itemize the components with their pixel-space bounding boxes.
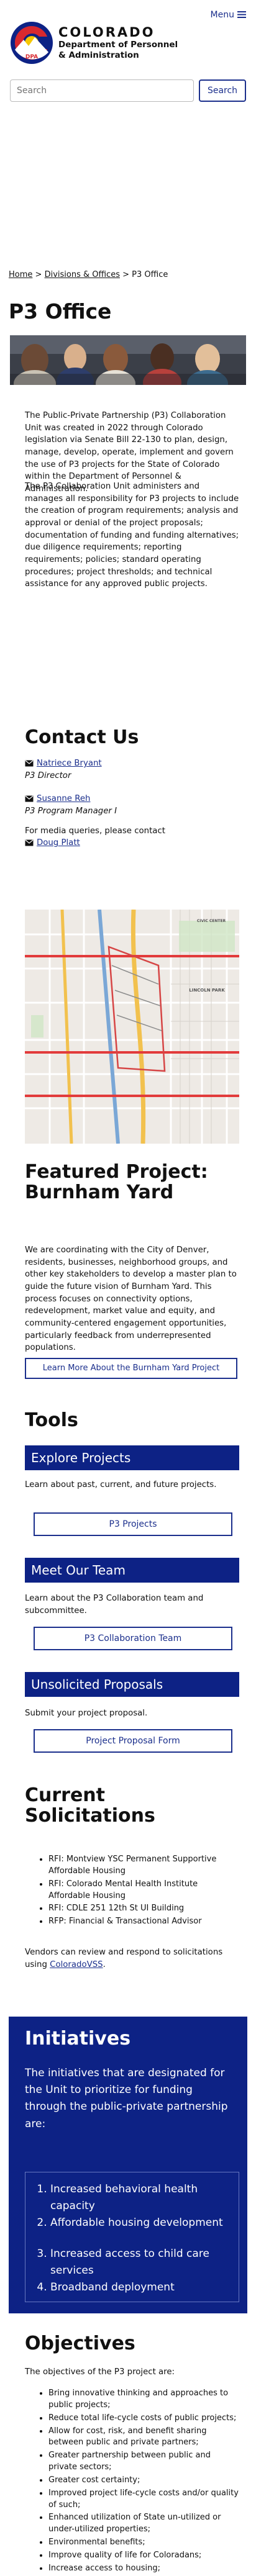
vendors-text-end: . xyxy=(103,1959,106,1969)
objectives-list: Bring innovative thinking and approaches… xyxy=(36,2388,241,2576)
contact-person-2-title: P3 Program Manager I xyxy=(25,807,117,816)
svg-text:DPA: DPA xyxy=(25,54,38,60)
list-item: RFI: Colorado Mental Health Institute Af… xyxy=(48,1879,241,1902)
contact-heading: Contact Us xyxy=(25,726,139,748)
breadcrumb-home[interactable]: Home xyxy=(9,270,32,279)
list-item: Enhanced utilization of State un-utilize… xyxy=(48,2512,241,2536)
site-logo[interactable]: DPA COLORADO Department of Personnel & A… xyxy=(10,21,178,65)
logo-subtitle-line1: Department of Personnel xyxy=(58,40,178,50)
contact-person-2: Susanne Reh P3 Program Manager I xyxy=(25,793,239,817)
media-contact-text: For media queries, please contact xyxy=(25,826,165,836)
colorado-vss-link[interactable]: ColoradoVSS xyxy=(50,1960,103,1969)
breadcrumb-separator: > xyxy=(122,270,130,279)
solicitations-list: RFI: Montview YSC Permanent Supportive A… xyxy=(36,1854,241,1929)
list-item: Improve quality of life for Coloradans; xyxy=(48,2550,241,2562)
map-illustration: LINCOLN PARK CIVIC CENTER xyxy=(25,910,239,1144)
list-item: RFP: Financial & Transactional Advisor xyxy=(48,1916,241,1928)
list-item: RFI: CDLE 251 12th St UI Building xyxy=(48,1903,241,1915)
vendors-text: Vendors can review and respond to solici… xyxy=(25,1946,239,1971)
breadcrumb-divisions[interactable]: Divisions & Offices xyxy=(45,270,120,279)
contact-person-2-name[interactable]: Susanne Reh xyxy=(37,794,90,803)
contact-person-1-title: P3 Director xyxy=(25,771,71,780)
banner-photo-illustration xyxy=(10,335,246,385)
banner-photo xyxy=(10,335,246,385)
tool-explore-projects-title: Explore Projects xyxy=(25,1445,239,1470)
initiatives-heading: Initiatives xyxy=(25,2028,131,2050)
menu-label[interactable]: Menu xyxy=(211,10,234,20)
initiatives-list: Increased behavioral health capacity Aff… xyxy=(25,2172,239,2302)
map-label-civic-center: CIVIC CENTER xyxy=(197,919,226,923)
breadcrumb-current: P3 Office xyxy=(132,270,168,279)
site-header: Menu DPA COLORADO Department of Personne… xyxy=(0,0,256,104)
email-icon[interactable] xyxy=(25,760,34,767)
tool-explore-projects-body: Learn about past, current, and future pr… xyxy=(25,1480,217,1489)
featured-heading: Featured Project: Burnham Yard xyxy=(25,1161,208,1203)
colorado-c-logo-icon: DPA xyxy=(11,22,53,64)
hamburger-icon[interactable] xyxy=(237,11,246,18)
email-icon[interactable] xyxy=(25,795,34,802)
breadcrumb: Home > Divisions & Offices > P3 Office xyxy=(0,269,176,281)
contact-person-1: Natriece Bryant P3 Director xyxy=(25,757,239,782)
solicitations-heading: Current Solicitations xyxy=(25,1784,155,1827)
list-item: Increase access to housing; xyxy=(48,2563,241,2575)
featured-body: We are coordinating with the City of Den… xyxy=(25,1245,237,1353)
objectives-heading: Objectives xyxy=(25,2333,135,2354)
tool-proposals-body: Submit your project proposal. xyxy=(25,1709,148,1718)
contact-block: Natriece Bryant P3 Director Susanne Reh … xyxy=(25,757,239,849)
menu-button[interactable]: Menu xyxy=(211,9,246,21)
initiatives-section: Initiatives The initiatives that are des… xyxy=(9,2017,247,2313)
media-contact: Doug Platt xyxy=(25,837,239,849)
list-item: Affordable housing development xyxy=(50,2215,232,2231)
list-item: Bring innovative thinking and approaches… xyxy=(48,2388,241,2411)
p3-team-button[interactable]: P3 Collaboration Team xyxy=(34,1627,232,1650)
tool-proposals-title: Unsolicited Proposals xyxy=(25,1672,239,1697)
proposal-form-button[interactable]: Project Proposal Form xyxy=(34,1729,232,1753)
contact-person-1-name[interactable]: Natriece Bryant xyxy=(37,759,102,768)
tool-meet-team-title: Meet Our Team xyxy=(25,1558,239,1583)
logo-title: COLORADO xyxy=(58,25,155,40)
search-input[interactable] xyxy=(10,79,194,102)
list-item: Greater partnership between public and p… xyxy=(48,2450,241,2474)
list-item: Increased behavioral health capacity xyxy=(50,2181,232,2215)
list-item: RFI: Montview YSC Permanent Supportive A… xyxy=(48,1854,241,1878)
search-bar: Search xyxy=(10,79,246,102)
page-title: P3 Office xyxy=(9,299,112,323)
list-item: Broadband deployment xyxy=(50,2279,232,2296)
objectives-lead: The objectives of the P3 project are: xyxy=(25,2367,175,2377)
map-label-lincoln-park: LINCOLN PARK xyxy=(189,988,225,993)
intro-paragraph-2: The P3 Collaboration Unit administers an… xyxy=(25,482,239,589)
list-item: Greater cost certainty; xyxy=(48,2475,241,2487)
list-item: Reduce total life-cycle costs of public … xyxy=(48,2413,241,2425)
list-item: Improved project life-cycle costs and/or… xyxy=(48,2488,241,2511)
logo-text: COLORADO Department of Personnel & Admin… xyxy=(58,25,178,60)
media-contact-name[interactable]: Doug Platt xyxy=(37,838,80,847)
burnham-yard-map[interactable]: LINCOLN PARK CIVIC CENTER xyxy=(25,910,239,1144)
breadcrumb-separator: > xyxy=(35,270,42,279)
logo-subtitle-line2: & Administration xyxy=(58,50,139,60)
search-button[interactable]: Search xyxy=(199,79,246,102)
email-icon[interactable] xyxy=(25,839,34,846)
list-item: Allow for cost, risk, and benefit sharin… xyxy=(48,2426,241,2449)
p3-projects-button[interactable]: P3 Projects xyxy=(34,1512,232,1536)
initiatives-lead: The initiatives that are designated for … xyxy=(25,2067,228,2130)
tool-meet-team-body: Learn about the P3 Collaboration team an… xyxy=(25,1594,204,1616)
list-item: Increased access to child care services xyxy=(50,2246,232,2279)
list-item: Environmental benefits; xyxy=(48,2537,241,2549)
tools-heading: Tools xyxy=(25,1409,78,1431)
burnham-yard-button[interactable]: Learn More About the Burnham Yard Projec… xyxy=(25,1358,237,1379)
